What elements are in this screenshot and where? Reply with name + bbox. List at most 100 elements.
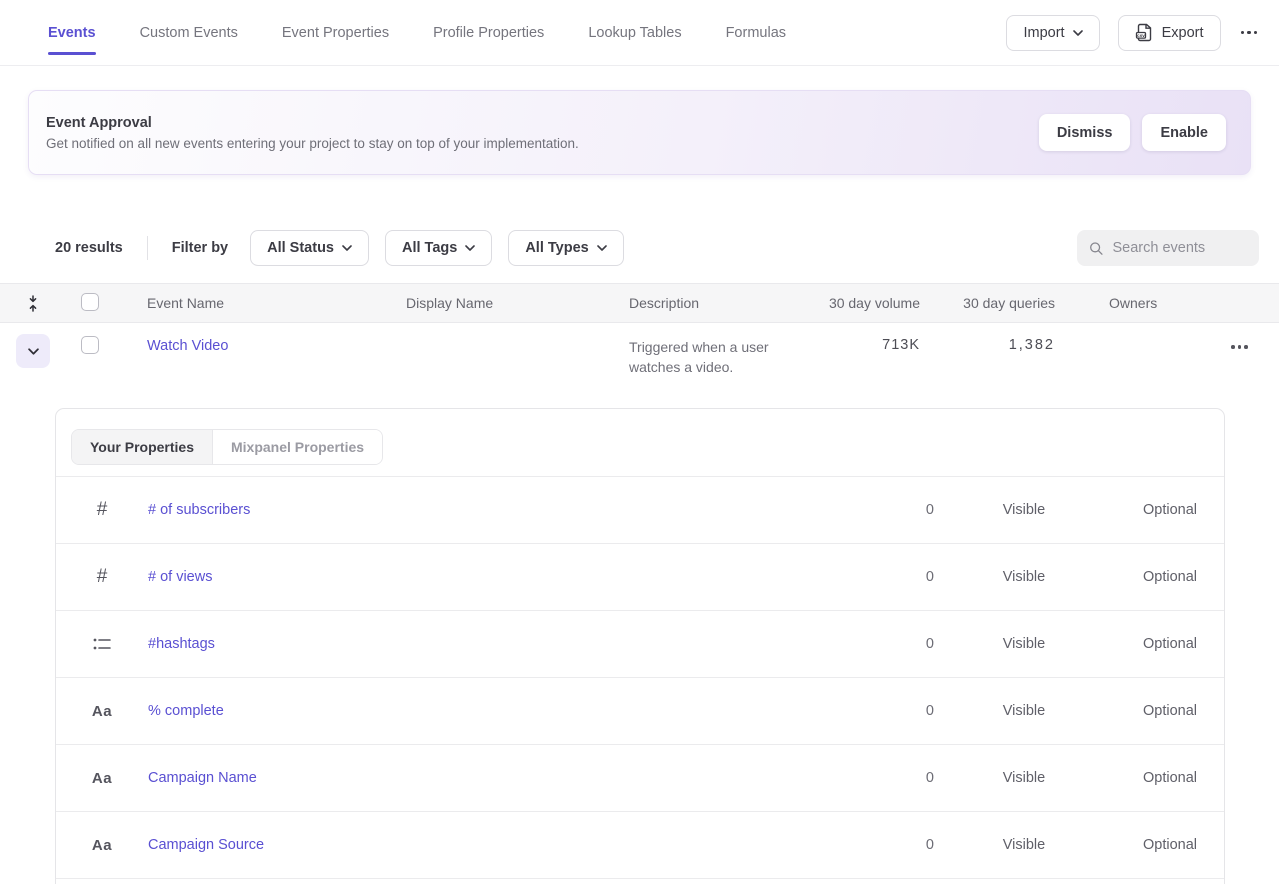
property-visibility: Visible [934,502,1114,518]
filter-bar: 20 results Filter by All Status All Tags… [0,228,1279,268]
property-name-link[interactable]: #hashtags [148,636,215,652]
divider [147,236,148,260]
property-value: 0 [784,837,934,853]
search-events-box[interactable] [1077,230,1259,266]
csv-file-icon: csv [1135,23,1154,42]
search-icon [1089,240,1103,257]
dismiss-button[interactable]: Dismiss [1039,114,1131,151]
chevron-down-icon [597,245,607,251]
types-filter-dropdown[interactable]: All Types [508,230,623,266]
property-name-link[interactable]: Campaign Name [148,770,257,786]
filter-by-label: Filter by [172,240,228,256]
property-row: #hashtags 0 Visible Optional [56,611,1224,678]
enable-button[interactable]: Enable [1142,114,1226,151]
property-value: 0 [784,703,934,719]
collapse-all-icon[interactable] [0,295,66,312]
tab-formulas[interactable]: Formulas [726,0,786,65]
property-name-link[interactable]: % complete [148,703,224,719]
more-options-icon[interactable] [1239,25,1260,41]
event-approval-banner: Event Approval Get notified on all new e… [28,90,1251,175]
banner-title: Event Approval [46,115,579,131]
banner-text: Event Approval Get notified on all new e… [46,115,579,151]
display-name-cell [406,323,629,337]
top-navigation: Events Custom Events Event Properties Pr… [0,0,1279,66]
export-button-label: Export [1162,25,1204,41]
tab-mixpanel-properties[interactable]: Mixpanel Properties [213,430,382,464]
property-value: 0 [784,636,934,652]
chevron-down-icon [28,348,39,355]
property-requirement: Optional [1114,502,1225,518]
property-name-link[interactable]: # of subscribers [148,502,250,518]
export-button[interactable]: csv Export [1118,15,1221,51]
column-header-event-name[interactable]: Event Name [147,295,406,311]
banner-actions: Dismiss Enable [1039,114,1226,151]
import-button-label: Import [1023,25,1064,41]
tab-your-properties[interactable]: Your Properties [72,430,213,464]
list-icon [93,636,111,652]
types-filter-label: All Types [525,240,588,256]
property-row: Aa Campaign Name 0 Visible Optional [56,745,1224,812]
svg-text:csv: csv [1137,33,1145,38]
tab-profile-properties[interactable]: Profile Properties [433,0,544,65]
property-name-link[interactable]: Campaign Source [148,837,264,853]
property-row: Aa % complete 0 Visible Optional [56,678,1224,745]
tab-event-properties[interactable]: Event Properties [282,0,389,65]
property-requirement: Optional [1114,837,1225,853]
property-requirement: Optional [1114,636,1225,652]
property-visibility: Visible [934,703,1114,719]
queries-cell: 1,382 [920,323,1055,353]
property-visibility: Visible [934,770,1114,786]
event-name-link[interactable]: Watch Video [147,338,228,354]
property-row: Aa Campaign Source 0 Visible Optional [56,812,1224,879]
text-icon: Aa [92,770,112,787]
lexicon-events-page: Events Custom Events Event Properties Pr… [0,0,1279,884]
property-name-link[interactable]: # of views [148,569,212,585]
nav-tabs: Events Custom Events Event Properties Pr… [48,0,786,65]
number-icon: # [97,566,108,588]
search-input[interactable] [1112,240,1247,256]
property-requirement: Optional [1114,770,1225,786]
property-visibility: Visible [934,636,1114,652]
property-visibility: Visible [934,837,1114,853]
collapse-row-button[interactable] [16,334,50,368]
column-header-volume[interactable]: 30 day volume [820,295,920,311]
event-properties-panel: Your Properties Mixpanel Properties # # … [55,408,1225,884]
text-icon: Aa [92,837,112,854]
status-filter-dropdown[interactable]: All Status [250,230,369,266]
property-value: 0 [784,502,934,518]
banner-description: Get notified on all new events entering … [46,136,579,151]
property-value: 0 [784,569,934,585]
text-icon: Aa [92,703,112,720]
properties-tabs-row: Your Properties Mixpanel Properties [56,409,1224,477]
tab-custom-events[interactable]: Custom Events [140,0,238,65]
table-row: Watch Video Triggered when a user watche… [0,323,1279,393]
volume-cell: 713K [820,323,920,353]
table-header: Event Name Display Name Description 30 d… [0,283,1279,323]
property-requirement: Optional [1114,569,1225,585]
column-header-description[interactable]: Description [629,295,820,311]
description-cell: Triggered when a user watches a video. [629,323,789,377]
row-more-options-icon[interactable] [1229,339,1250,355]
number-icon: # [97,499,108,521]
chevron-down-icon [465,245,475,251]
tags-filter-label: All Tags [402,240,457,256]
property-visibility: Visible [934,569,1114,585]
row-checkbox[interactable] [81,336,99,354]
column-header-display-name[interactable]: Display Name [406,295,629,311]
property-row: # # of subscribers 0 Visible Optional [56,477,1224,544]
owners-cell [1055,323,1200,337]
column-header-queries[interactable]: 30 day queries [920,295,1055,311]
import-button[interactable]: Import [1006,15,1099,51]
column-header-owners[interactable]: Owners [1055,295,1200,311]
tab-lookup-tables[interactable]: Lookup Tables [588,0,681,65]
chevron-down-icon [342,245,352,251]
tab-events[interactable]: Events [48,0,96,65]
nav-actions: Import csv Export [1006,15,1259,51]
results-count: 20 results [55,240,123,256]
select-all-checkbox[interactable] [81,293,99,311]
properties-tab-switcher: Your Properties Mixpanel Properties [71,429,383,465]
property-requirement: Optional [1114,703,1225,719]
property-value: 0 [784,770,934,786]
property-row: # # of views 0 Visible Optional [56,544,1224,611]
tags-filter-dropdown[interactable]: All Tags [385,230,492,266]
